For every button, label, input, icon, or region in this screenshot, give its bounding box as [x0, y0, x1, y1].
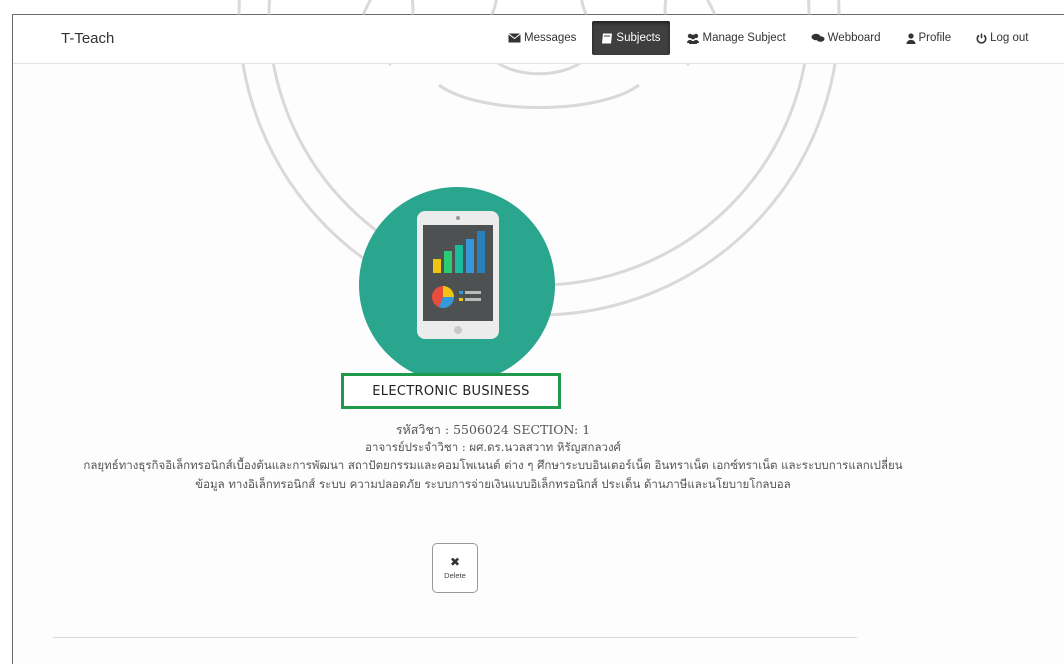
nav-item-logout[interactable]: Log out: [967, 21, 1037, 55]
users-icon: [686, 33, 700, 44]
top-navbar: T-Teach Messages Subjects Manage Subject: [13, 15, 1064, 64]
nav-item-messages[interactable]: Messages: [499, 21, 585, 55]
delete-button[interactable]: ✖ Delete: [432, 543, 478, 593]
nav-item-label: Messages: [524, 32, 577, 44]
subject-title-highlight: ELECTRONIC BUSINESS: [341, 373, 561, 409]
subject-code: รหัสวิชา : 5506024 SECTION: 1: [395, 422, 591, 437]
nav-item-profile[interactable]: Profile: [897, 21, 961, 55]
envelope-icon: [508, 33, 521, 43]
brand-logo-text[interactable]: T-Teach: [61, 30, 114, 47]
power-icon: [976, 33, 987, 44]
close-icon: ✖: [449, 555, 461, 569]
divider: [53, 637, 857, 638]
subject-title[interactable]: ELECTRONIC BUSINESS: [372, 384, 529, 399]
nav-item-webboard[interactable]: Webboard: [802, 21, 890, 55]
nav-item-label: Subjects: [616, 32, 661, 44]
user-icon: [906, 32, 916, 44]
delete-label: Delete: [444, 571, 466, 580]
subject-description: กลยุทธ์ทางธุรกิจอิเล็กทรอนิกส์เบื้องต้นแ…: [83, 458, 903, 491]
nav-item-label: Webboard: [827, 32, 881, 44]
comments-icon: [811, 33, 825, 43]
nav-item-label: Log out: [990, 32, 1029, 44]
book-icon: [601, 33, 613, 44]
nav-item-subjects[interactable]: Subjects: [592, 21, 670, 55]
nav-menu: Messages Subjects Manage Subject Webboar…: [499, 21, 1045, 55]
subject-teacher: อาจารย์ประจำวิชา : ผศ.ดร.นวลสวาท หิรัญสก…: [365, 440, 621, 454]
app-window: T-Teach Messages Subjects Manage Subject: [12, 0, 1064, 664]
tablet-chart-icon: [417, 211, 499, 339]
nav-item-manage-subject[interactable]: Manage Subject: [677, 21, 795, 55]
nav-item-label: Profile: [918, 32, 952, 44]
subject-info: รหัสวิชา : 5506024 SECTION: 1 อาจารย์ประ…: [53, 421, 933, 494]
nav-item-label: Manage Subject: [702, 32, 786, 44]
subject-image: [359, 187, 555, 383]
